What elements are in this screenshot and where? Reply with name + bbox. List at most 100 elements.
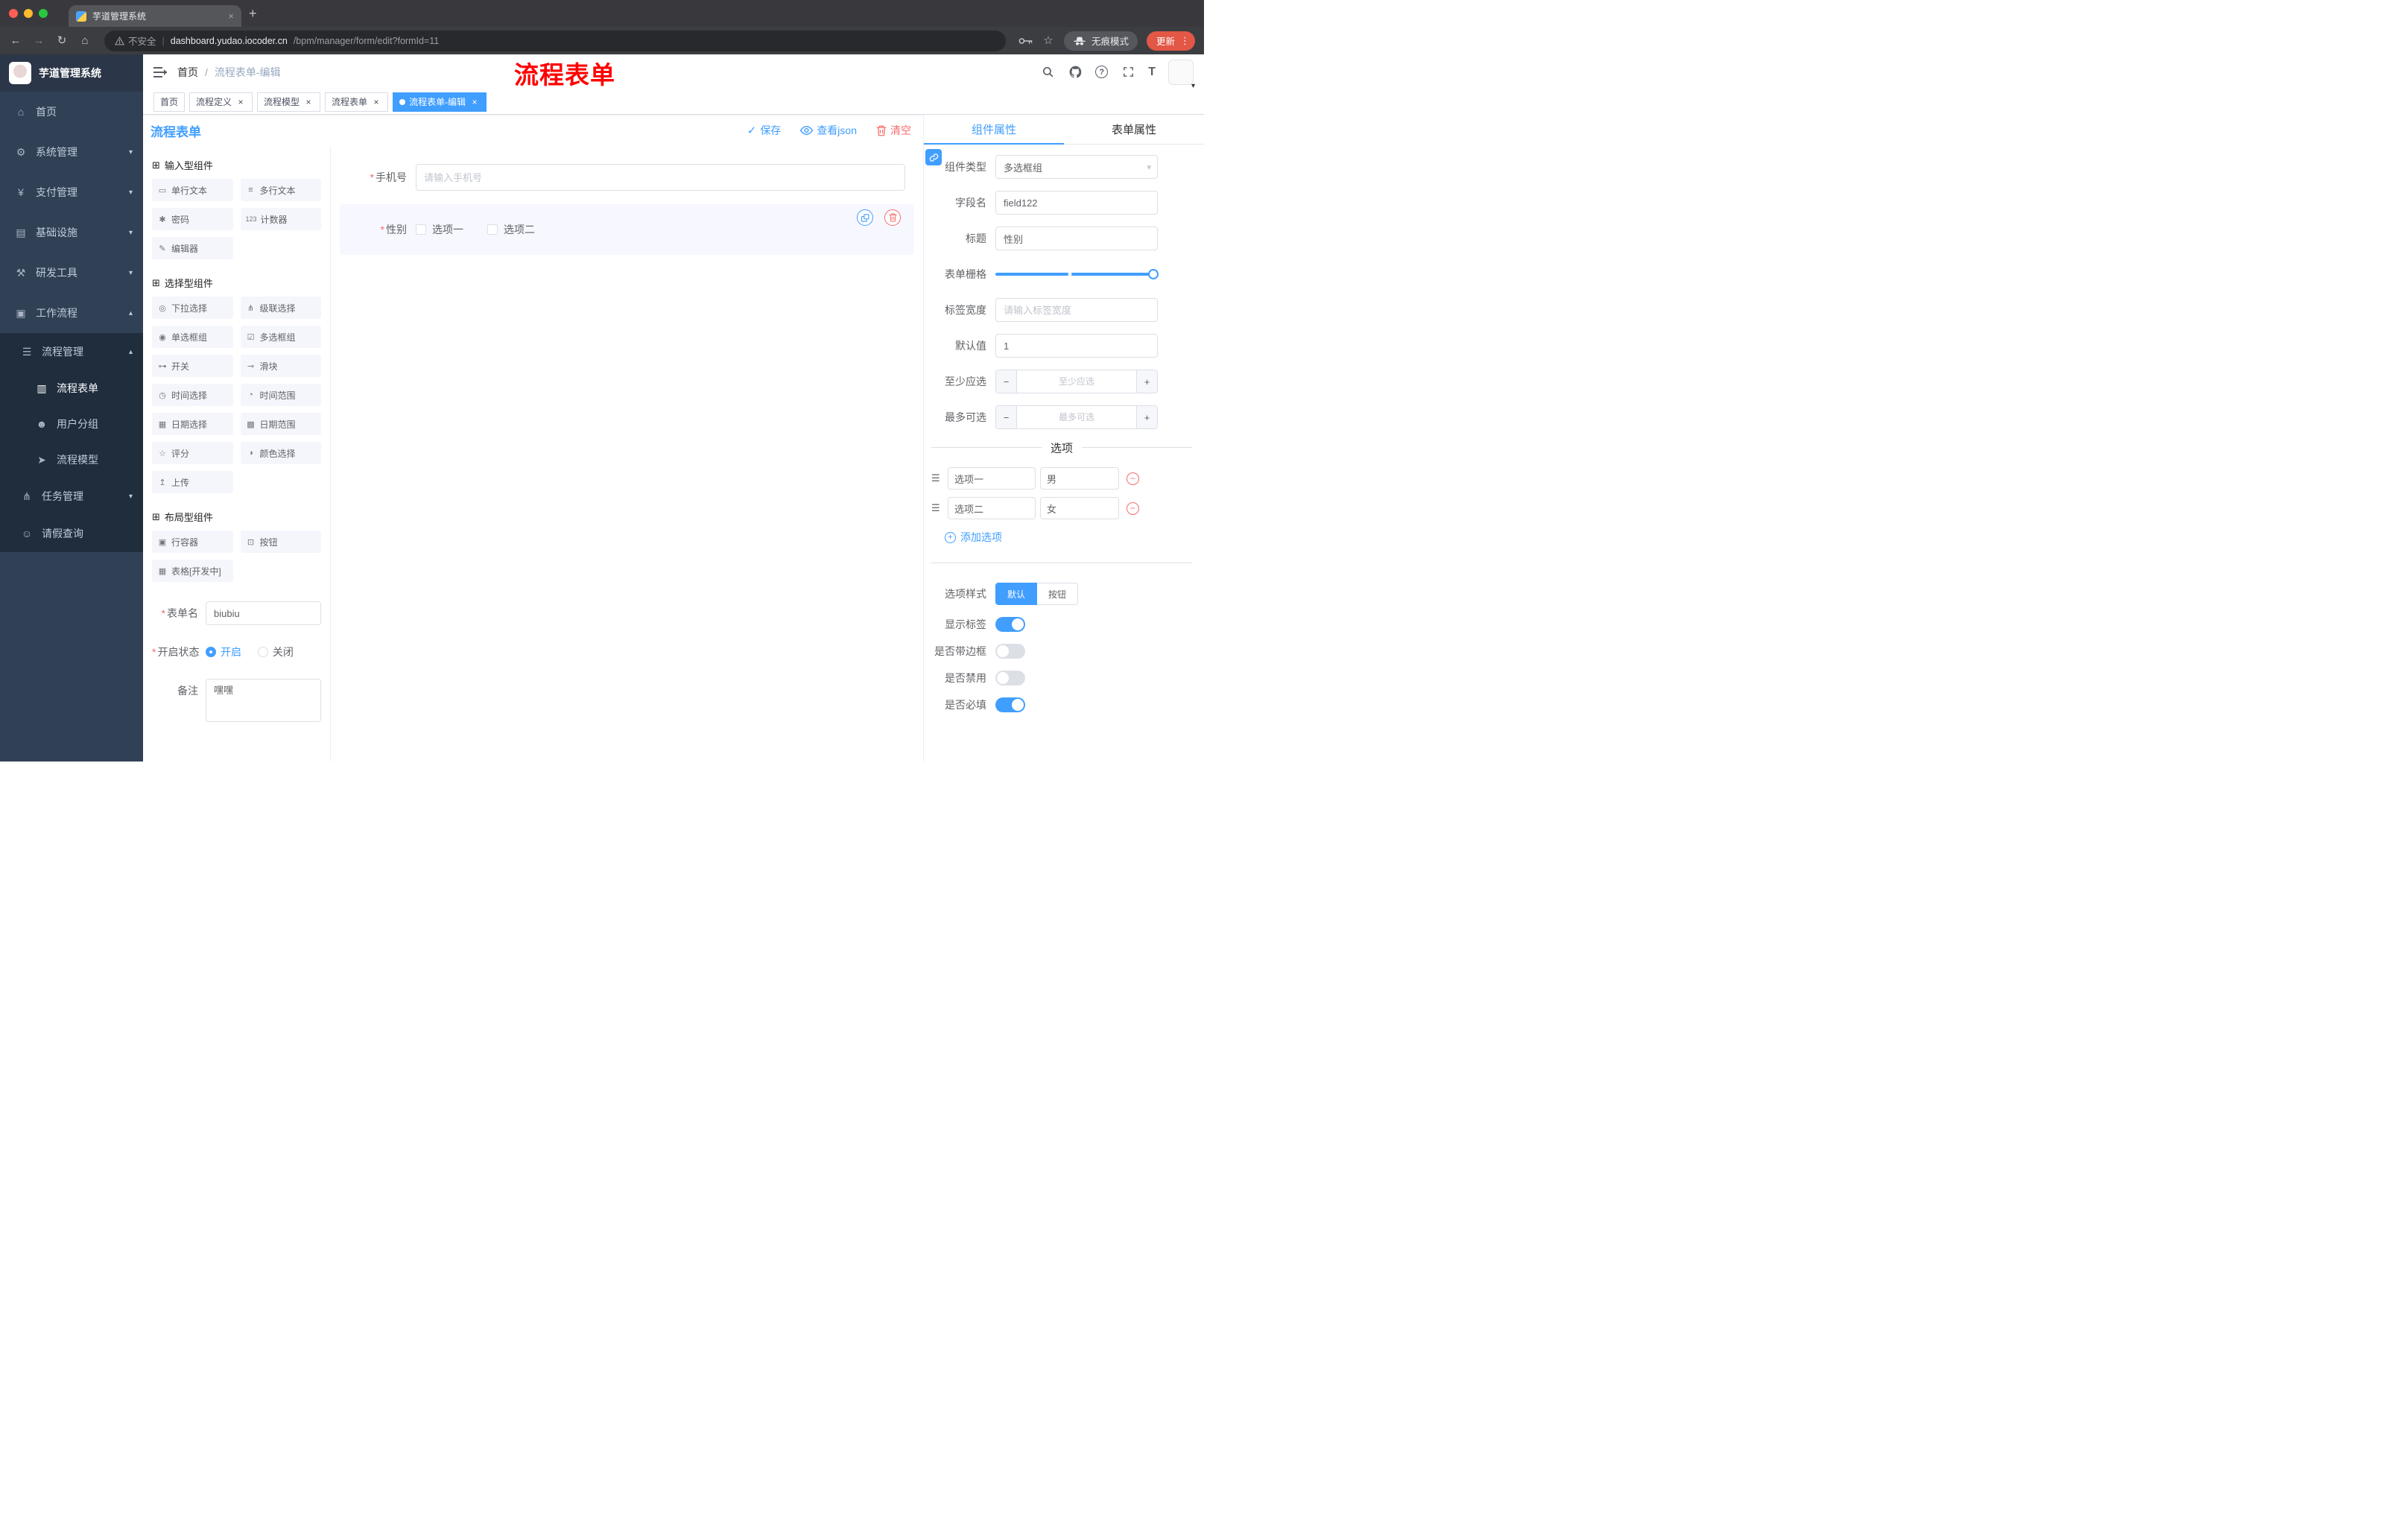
sidebar-item-process-form[interactable]: ▥ 流程表单: [0, 370, 143, 406]
sidebar-item-payment-management[interactable]: ¥ 支付管理 ▾: [0, 172, 143, 212]
palette-item-time-range[interactable]: ◔ 时间范围: [240, 384, 321, 406]
palette-item-date-picker[interactable]: ▦ 日期选择: [152, 413, 233, 435]
copy-component-button[interactable]: [857, 209, 873, 226]
palette-item-switch[interactable]: ⊶ 开关: [152, 355, 233, 377]
palette-item-password[interactable]: ✱ 密码: [152, 208, 233, 230]
component-type-select[interactable]: 多选框组 ▾: [995, 155, 1158, 179]
title-input[interactable]: [995, 227, 1158, 250]
palette-item-counter[interactable]: 123 计数器: [240, 208, 321, 230]
min-select-input[interactable]: [1017, 370, 1136, 393]
add-option-button[interactable]: + 添加选项: [945, 530, 1192, 545]
tag-width-input[interactable]: [995, 298, 1158, 322]
status-on-radio[interactable]: 开启: [206, 640, 241, 664]
window-minimize-button[interactable]: [24, 9, 33, 18]
remove-option-button[interactable]: −: [1127, 501, 1139, 515]
sidebar-item-process-management[interactable]: ☰ 流程管理 ▴: [0, 333, 143, 370]
sidebar-item-infrastructure[interactable]: ▤ 基础设施 ▾: [0, 212, 143, 253]
palette-item-row-container[interactable]: ▣ 行容器: [152, 531, 233, 553]
update-button[interactable]: 更新 ⋮: [1146, 31, 1195, 51]
disabled-switch[interactable]: [995, 671, 1025, 685]
palette-item-upload[interactable]: ↥ 上传: [152, 471, 233, 493]
logo[interactable]: 芋道管理系统: [0, 54, 143, 92]
fullscreen-icon[interactable]: [1121, 65, 1135, 80]
increase-button[interactable]: +: [1136, 370, 1157, 393]
avatar[interactable]: ▾: [1168, 59, 1195, 90]
palette-item-checkbox-group[interactable]: ☑ 多选框组: [240, 326, 321, 348]
sidebar-item-home[interactable]: ⌂ 首页: [0, 92, 143, 132]
palette-item-cascader[interactable]: ⋔ 级联选择: [240, 297, 321, 319]
style-button-button[interactable]: 按钮: [1037, 583, 1079, 605]
phone-field-row[interactable]: * 手机号: [340, 156, 914, 198]
drag-handle-icon[interactable]: ☰: [931, 472, 943, 484]
tag-process-definition[interactable]: 流程定义 ×: [189, 92, 253, 112]
link-icon[interactable]: [925, 149, 942, 165]
option-2-value-input[interactable]: [1040, 497, 1119, 519]
palette-item-single-line-text[interactable]: ▭ 单行文本: [152, 179, 233, 201]
palette-item-time-picker[interactable]: ◷ 时间选择: [152, 384, 233, 406]
phone-input[interactable]: [416, 164, 905, 191]
form-name-input[interactable]: [206, 601, 321, 625]
github-icon[interactable]: [1068, 65, 1083, 80]
option-1-label-input[interactable]: [948, 467, 1036, 490]
view-json-button[interactable]: 查看json: [800, 123, 857, 138]
sidebar-item-process-model[interactable]: ➤ 流程模型: [0, 442, 143, 478]
font-size-icon[interactable]: T: [1148, 66, 1156, 79]
field-name-input[interactable]: [995, 191, 1158, 215]
palette-item-rate[interactable]: ☆ 评分: [152, 442, 233, 464]
sidebar-item-workflow[interactable]: ▣ 工作流程 ▴: [0, 293, 143, 333]
password-key-icon[interactable]: [1018, 37, 1033, 45]
hamburger-icon[interactable]: [143, 54, 177, 89]
home-button[interactable]: ⌂: [78, 35, 92, 46]
sidebar-item-dev-tools[interactable]: ⚒ 研发工具 ▾: [0, 253, 143, 293]
window-zoom-button[interactable]: [39, 9, 48, 18]
browser-menu-icon[interactable]: ⋮: [1180, 35, 1190, 47]
decrease-button[interactable]: −: [996, 370, 1017, 393]
style-default-button[interactable]: 默认: [995, 583, 1038, 605]
close-icon[interactable]: ×: [371, 97, 381, 107]
decrease-button[interactable]: −: [996, 406, 1017, 428]
slider-track[interactable]: [995, 269, 1159, 279]
show-label-switch[interactable]: [995, 617, 1025, 632]
close-icon[interactable]: ×: [303, 97, 314, 107]
sidebar-item-system-management[interactable]: ⚙ 系统管理 ▾: [0, 132, 143, 172]
remove-option-button[interactable]: −: [1127, 472, 1139, 485]
tag-process-model[interactable]: 流程模型 ×: [257, 92, 321, 112]
tab-close-icon[interactable]: ×: [228, 10, 234, 22]
palette-item-multi-line-text[interactable]: ≡ 多行文本: [240, 179, 321, 201]
sidebar-item-user-group[interactable]: ☻ 用户分组: [0, 406, 143, 442]
option-2-label-input[interactable]: [948, 497, 1036, 519]
tag-home[interactable]: 首页: [153, 92, 186, 112]
option-1-value-input[interactable]: [1040, 467, 1119, 490]
clear-button[interactable]: 清空: [876, 123, 911, 138]
gender-checkbox-option-2[interactable]: 选项二: [487, 222, 535, 237]
palette-item-table[interactable]: ▦ 表格[开发中]: [152, 560, 233, 582]
default-value-input[interactable]: [995, 334, 1158, 358]
gender-checkbox-option-1[interactable]: 选项一: [416, 222, 463, 237]
save-button[interactable]: ✓ 保存: [747, 123, 782, 138]
window-close-button[interactable]: [9, 9, 18, 18]
palette-item-select[interactable]: ◎ 下拉选择: [152, 297, 233, 319]
tab-form-properties[interactable]: 表单属性: [1064, 115, 1204, 144]
palette-item-radio-group[interactable]: ◉ 单选框组: [152, 326, 233, 348]
forward-button[interactable]: →: [32, 35, 45, 46]
palette-item-color-picker[interactable]: ◑ 颜色选择: [240, 442, 321, 464]
reload-button[interactable]: ↻: [55, 35, 69, 46]
selected-component-gender[interactable]: * 性别 选项一 选项二: [340, 204, 914, 255]
url-bar[interactable]: 不安全 | dashboard.yudao.iocoder.cn /bpm/ma…: [104, 30, 1006, 51]
browser-tab[interactable]: 芋道管理系统 ×: [69, 5, 241, 27]
border-switch[interactable]: [995, 644, 1025, 659]
close-icon[interactable]: ×: [235, 97, 246, 107]
palette-item-date-range[interactable]: ▩ 日期范围: [240, 413, 321, 435]
delete-component-button[interactable]: [884, 209, 901, 226]
sidebar-item-leave-query[interactable]: ☺ 请假查询: [0, 515, 143, 552]
slider-handle[interactable]: [1148, 269, 1159, 279]
bookmark-star-icon[interactable]: ☆: [1042, 35, 1055, 46]
tag-process-form[interactable]: 流程表单 ×: [325, 92, 389, 112]
palette-item-editor[interactable]: ✎ 编辑器: [152, 237, 233, 259]
sidebar-item-task-management[interactable]: ⋔ 任务管理 ▾: [0, 478, 143, 515]
tab-component-properties[interactable]: 组件属性: [924, 115, 1064, 145]
form-remark-textarea[interactable]: 嘿嘿: [206, 679, 321, 722]
breadcrumb-home[interactable]: 首页: [177, 65, 198, 80]
palette-item-slider[interactable]: ⊸ 滑块: [240, 355, 321, 377]
palette-item-button[interactable]: ⊡ 按钮: [240, 531, 321, 553]
